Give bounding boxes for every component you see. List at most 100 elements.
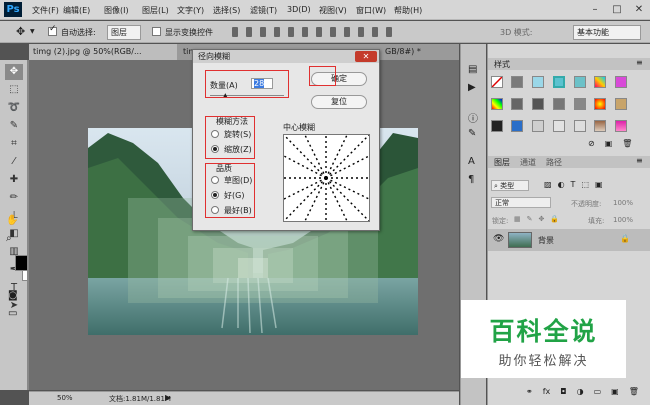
quick-select-tool-icon[interactable]: ✎	[5, 118, 23, 134]
distribute-vcenter-icon[interactable]	[330, 27, 336, 37]
style-swatch[interactable]	[532, 98, 544, 110]
blur-center-preview[interactable]	[283, 134, 370, 222]
distribute-bottom-icon[interactable]	[344, 27, 350, 37]
panel-menu-icon[interactable]: ≡	[636, 58, 643, 67]
style-swatch[interactable]	[594, 76, 606, 88]
zoom-level[interactable]: 50%	[57, 394, 73, 402]
align-right-icon[interactable]	[302, 27, 308, 37]
smart-filter-icon[interactable]: ▣	[595, 180, 603, 189]
style-swatch[interactable]	[511, 76, 523, 88]
new-style-icon[interactable]: ▣	[605, 139, 613, 148]
link-layers-icon[interactable]: ⚭	[526, 387, 533, 396]
workspace-dropdown[interactable]: 基本功能	[573, 25, 641, 40]
align-left-icon[interactable]	[274, 27, 280, 37]
hand-tool-icon[interactable]: ✋	[6, 215, 18, 226]
menu-3d[interactable]: 3D(D)	[287, 5, 311, 14]
lock-position-icon[interactable]: ✥	[539, 215, 545, 223]
history-icon[interactable]: ▤	[468, 64, 477, 75]
style-swatch-none[interactable]	[491, 76, 503, 88]
add-mask-icon[interactable]: ◘	[560, 387, 566, 396]
info-icon[interactable]: ⓘ	[468, 110, 478, 125]
menu-edit[interactable]: 编辑(E)	[63, 5, 90, 16]
tab-styles[interactable]: 样式	[494, 59, 510, 70]
new-group-icon[interactable]: ▭	[594, 387, 602, 396]
style-swatch[interactable]	[615, 76, 627, 88]
distribute-hcenter-icon[interactable]	[372, 27, 378, 37]
delete-style-icon[interactable]: 🗑	[622, 139, 632, 148]
delete-layer-icon[interactable]: 🗑	[629, 387, 639, 396]
lock-pixels-icon[interactable]: ✎	[527, 215, 533, 223]
style-swatch[interactable]	[574, 98, 586, 110]
style-swatch[interactable]	[491, 98, 503, 110]
marquee-tool-icon[interactable]: ⬚	[5, 82, 23, 98]
style-swatch[interactable]	[615, 120, 627, 132]
style-swatch[interactable]	[553, 120, 565, 132]
healing-brush-icon[interactable]: ✚	[5, 172, 23, 188]
maximize-icon[interactable]: □	[606, 0, 628, 20]
tab-document-1[interactable]: timg (2).jpg @ 50%(RGB/...	[29, 44, 177, 60]
align-top-icon[interactable]	[232, 27, 238, 37]
move-tool-icon[interactable]: ✥	[16, 25, 25, 38]
close-icon[interactable]: ✕	[628, 0, 650, 20]
chevron-right-icon[interactable]: ▶	[165, 393, 171, 402]
distribute-left-icon[interactable]	[358, 27, 364, 37]
zoom-tool-icon[interactable]: ⌕	[6, 233, 12, 244]
tab-paths[interactable]: 路径	[546, 157, 562, 168]
pixel-filter-icon[interactable]: ▨	[544, 180, 552, 189]
menu-view[interactable]: 视图(V)	[319, 5, 347, 16]
screen-mode-icon[interactable]: ▭	[8, 308, 17, 319]
layer-name[interactable]: 背景	[538, 235, 554, 246]
fx-icon[interactable]: fx	[543, 387, 551, 396]
crop-tool-icon[interactable]: ⌗	[5, 136, 23, 152]
menu-layer[interactable]: 图层(L)	[142, 5, 169, 16]
close-icon[interactable]: ✕	[355, 51, 377, 62]
brush-tool-icon[interactable]: ✏	[5, 190, 23, 206]
type-filter-icon[interactable]: T	[571, 180, 576, 189]
style-swatch[interactable]	[532, 76, 544, 88]
style-swatch[interactable]	[594, 98, 606, 110]
align-vcenter-icon[interactable]	[246, 27, 252, 37]
menu-file[interactable]: 文件(F)	[32, 5, 59, 16]
clear-style-icon[interactable]: ⊘	[588, 139, 595, 148]
distribute-right-icon[interactable]	[386, 27, 392, 37]
transform-controls-checkbox[interactable]	[152, 27, 161, 36]
lock-transparency-icon[interactable]: ▦	[514, 215, 521, 223]
eyedropper-tool-icon[interactable]: ⁄	[5, 154, 23, 170]
distribute-top-icon[interactable]	[316, 27, 322, 37]
style-swatch[interactable]	[511, 98, 523, 110]
menu-type[interactable]: 文字(Y)	[177, 5, 204, 16]
style-swatch[interactable]	[574, 76, 586, 88]
style-swatch[interactable]	[532, 120, 544, 132]
menu-select[interactable]: 选择(S)	[213, 5, 240, 16]
style-swatch[interactable]	[553, 76, 565, 88]
chevron-down-icon[interactable]: ▼	[30, 28, 35, 35]
play-icon[interactable]: ▶	[468, 82, 476, 93]
minimize-icon[interactable]: –	[584, 0, 606, 20]
character-icon[interactable]: A	[468, 156, 475, 167]
style-swatch[interactable]	[511, 120, 523, 132]
menu-filter[interactable]: 滤镜(T)	[250, 5, 277, 16]
move-tool-icon[interactable]: ✥	[5, 64, 23, 80]
menu-window[interactable]: 窗口(W)	[356, 5, 386, 16]
reset-button[interactable]: 复位	[311, 95, 367, 109]
shape-filter-icon[interactable]: ⬚	[581, 180, 589, 189]
tab-document-3[interactable]: GB/8#) *	[381, 44, 457, 60]
blend-mode-dropdown[interactable]: 正常	[491, 197, 551, 208]
auto-select-dropdown[interactable]: 图层	[107, 25, 141, 40]
style-swatch[interactable]	[615, 98, 627, 110]
layer-row[interactable]: 👁 背景 🔒	[488, 229, 650, 251]
style-swatch[interactable]	[491, 120, 503, 132]
menu-help[interactable]: 帮助(H)	[394, 5, 422, 16]
fill-value[interactable]: 100%	[613, 216, 633, 224]
new-layer-icon[interactable]: ▣	[611, 387, 619, 396]
quick-mask-icon[interactable]: ◙	[8, 290, 18, 301]
lasso-tool-icon[interactable]: ➰	[5, 100, 23, 116]
tab-channels[interactable]: 通道	[520, 157, 536, 168]
style-swatch[interactable]	[574, 120, 586, 132]
paragraph-icon[interactable]: ¶	[468, 174, 474, 185]
opacity-value[interactable]: 100%	[613, 199, 633, 207]
panel-menu-icon[interactable]: ≡	[636, 156, 643, 165]
style-swatch[interactable]	[553, 98, 565, 110]
visibility-eye-icon[interactable]: 👁	[493, 234, 504, 244]
align-bottom-icon[interactable]	[260, 27, 266, 37]
